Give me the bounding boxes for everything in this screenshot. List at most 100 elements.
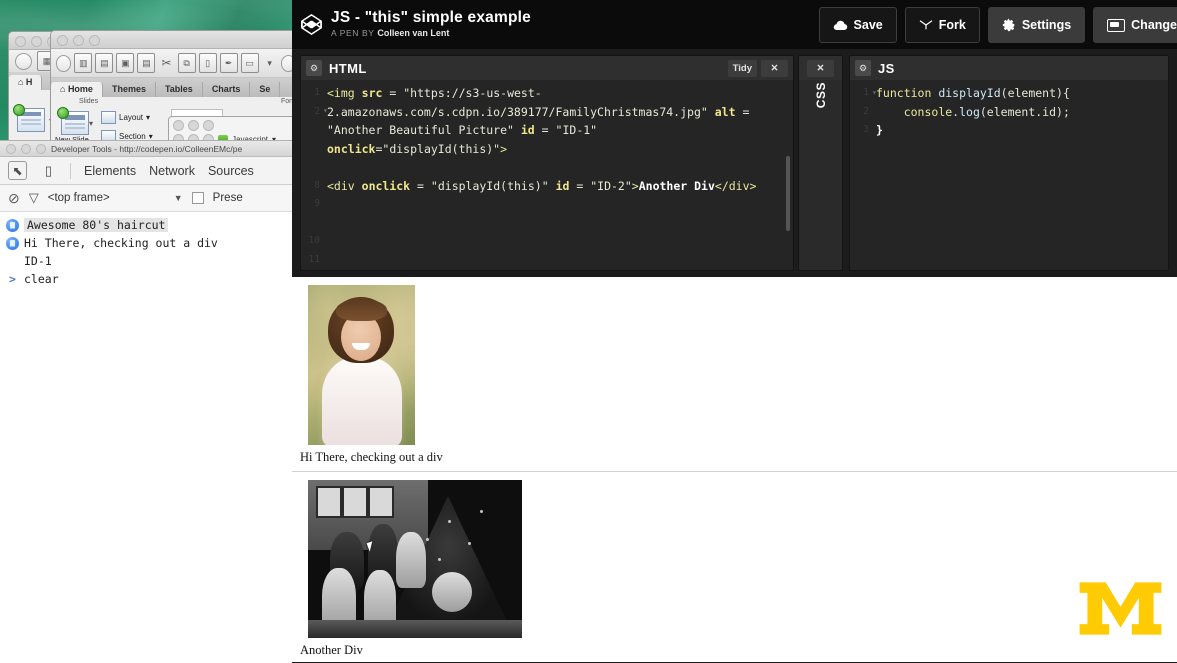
info-icon: [6, 236, 19, 250]
html-code-text[interactable]: ▾ <img src = "https://s3-us-west-2.amazon…: [323, 80, 793, 195]
zoom-dot[interactable]: [203, 120, 214, 131]
console-prompt-row[interactable]: > clear: [0, 270, 292, 288]
codepen-hexagon-icon[interactable]: [300, 13, 323, 36]
filter-icon[interactable]: ▽: [29, 190, 39, 206]
js-editor-pane[interactable]: ⚙ JS 123 ▾ function displayId(element){ c…: [849, 55, 1169, 271]
gear-icon[interactable]: ⚙: [855, 60, 871, 76]
layout-button[interactable]: Layout ▾: [101, 111, 150, 124]
open-icon[interactable]: ▤: [95, 53, 114, 73]
tab-network[interactable]: Network: [149, 164, 195, 178]
chevron-down-icon[interactable]: ▾: [262, 54, 278, 72]
tab-home[interactable]: ⌂ Home: [51, 82, 103, 97]
format-brush-icon[interactable]: ✒: [219, 53, 238, 73]
save-label: Save: [853, 18, 883, 32]
settings-button[interactable]: Settings: [987, 7, 1086, 43]
toolbar-round-button[interactable]: [56, 54, 72, 72]
presentation-tabs[interactable]: ⌂ Home Themes Tables Charts Se: [51, 78, 292, 97]
background-tab-home[interactable]: ⌂ H: [9, 75, 43, 90]
preview-pane[interactable]: Hi There, checking out a div Another Div: [292, 277, 1177, 662]
new-document-icon[interactable]: ▥: [74, 53, 93, 73]
js-code-area[interactable]: 123 ▾ function displayId(element){ consol…: [850, 80, 1168, 270]
close-dot[interactable]: [57, 35, 68, 46]
fold-arrow-icon[interactable]: ▾: [872, 84, 877, 103]
console-message: ID-1: [24, 254, 52, 268]
tab-elements[interactable]: Elements: [84, 164, 136, 178]
tidy-button[interactable]: Tidy: [727, 59, 757, 77]
tab-themes[interactable]: Themes: [103, 82, 156, 97]
fold-arrow-icon[interactable]: ▾: [323, 102, 328, 121]
header-actions[interactable]: Save Fork Settings Change: [818, 7, 1177, 43]
html-pane-header[interactable]: ⚙ HTML Tidy ✕: [301, 56, 793, 80]
console-output[interactable]: Awesome 80's haircut Hi There, checking …: [0, 212, 292, 288]
zoom-dot[interactable]: [36, 143, 46, 154]
minimize-dot[interactable]: [21, 143, 31, 154]
save-icon[interactable]: ▣: [116, 53, 135, 73]
js-pane-header[interactable]: ⚙ JS: [850, 56, 1168, 80]
close-html-pane-button[interactable]: ✕: [761, 59, 788, 77]
css-editor-pane[interactable]: ✕ CSS: [798, 55, 843, 271]
media-icon[interactable]: ▭: [240, 53, 259, 73]
cut-icon[interactable]: ✂: [158, 54, 174, 72]
console-row[interactable]: ID-1: [0, 252, 292, 270]
layout-caret-icon[interactable]: ▾: [146, 113, 150, 122]
devtools-tabbar[interactable]: ⬉ ▯ Elements Network Sources: [0, 157, 292, 185]
close-css-pane-button[interactable]: ✕: [807, 59, 834, 77]
fork-icon: [919, 20, 933, 30]
group-label-font: Font: [280, 98, 292, 105]
mini-window-controls[interactable]: [169, 117, 292, 134]
frame-selector[interactable]: <top frame>: [48, 192, 110, 204]
close-dot[interactable]: [15, 36, 26, 47]
clear-console-icon[interactable]: ⊘: [8, 190, 20, 207]
add-icon[interactable]: [13, 104, 25, 116]
console-row[interactable]: Hi There, checking out a div: [0, 234, 292, 252]
inspect-cursor-icon[interactable]: ⬉: [8, 161, 27, 180]
paste-icon[interactable]: ▯: [198, 53, 217, 73]
html-code-area[interactable]: 1 2 8 9 10 11 ▾ <img src = "https://s3-us-west…: [301, 80, 793, 270]
preview-image-2[interactable]: [308, 480, 522, 638]
preserve-log-checkbox[interactable]: [191, 192, 204, 204]
minimize-dot[interactable]: [73, 35, 84, 46]
console-toolbar[interactable]: ⊘ ▽ <top frame> ▼ Prese: [0, 185, 292, 212]
close-dot[interactable]: [173, 120, 184, 131]
html-editor-pane[interactable]: ⚙ HTML Tidy ✕ 1 2 8 9 10 11 ▾ <img src = "http…: [300, 55, 794, 271]
presentation-window-controls[interactable]: [57, 35, 100, 46]
toolbar-round-button-2[interactable]: [280, 54, 292, 72]
new-slide-caret[interactable]: ▾: [89, 119, 93, 128]
preview-image-2-row[interactable]: [292, 472, 1177, 638]
devtools-window[interactable]: Developer Tools - http://codepen.io/Coll…: [0, 140, 292, 663]
html-pane-controls[interactable]: Tidy ✕: [727, 59, 788, 77]
tab-charts[interactable]: Charts: [203, 82, 251, 97]
print-icon[interactable]: ▤: [137, 53, 156, 73]
js-code-text[interactable]: ▾ function displayId(element){ console.lo…: [872, 80, 1168, 140]
css-pane-header[interactable]: ✕: [799, 56, 842, 80]
zoom-dot[interactable]: [89, 35, 100, 46]
tab-more[interactable]: Se: [250, 82, 281, 97]
codepen-app: JS - "this" simple example A PEN BY Coll…: [292, 0, 1177, 662]
tab-tables[interactable]: Tables: [156, 82, 203, 97]
pen-title: JS - "this" simple example: [331, 9, 531, 27]
tab-sources[interactable]: Sources: [208, 164, 254, 178]
device-toggle-icon[interactable]: ▯: [40, 162, 57, 179]
preview-image-1-row[interactable]: [292, 277, 1177, 445]
console-row[interactable]: Awesome 80's haircut: [0, 216, 292, 234]
html-pane-title: HTML: [329, 60, 367, 76]
minimize-dot[interactable]: [188, 120, 199, 131]
preview-image-1[interactable]: [308, 285, 415, 445]
minimize-dot[interactable]: [31, 36, 42, 47]
byline-prefix: A PEN BY: [331, 27, 375, 38]
gear-icon[interactable]: ⚙: [306, 60, 322, 76]
add-icon[interactable]: [57, 107, 69, 119]
html-scrollbar[interactable]: [786, 156, 790, 231]
save-button[interactable]: Save: [818, 7, 897, 43]
css-pane-title-vertical[interactable]: CSS: [799, 80, 842, 270]
fork-button[interactable]: Fork: [904, 7, 980, 43]
html-gutter: 1 2 8 9 10 11: [308, 87, 320, 265]
chevron-down-icon[interactable]: ▼: [174, 193, 183, 203]
fork-label: Fork: [938, 18, 966, 32]
toolbar-round-button[interactable]: [15, 52, 32, 70]
copy-icon[interactable]: ⧉: [177, 53, 196, 73]
console-input-value[interactable]: clear: [24, 272, 59, 286]
presentation-toolbar[interactable]: ▥ ▤ ▣ ▤ ✂ ⧉ ▯ ✒ ▭ ▾: [51, 49, 292, 78]
close-dot[interactable]: [6, 143, 16, 154]
change-view-button[interactable]: Change: [1093, 7, 1177, 43]
